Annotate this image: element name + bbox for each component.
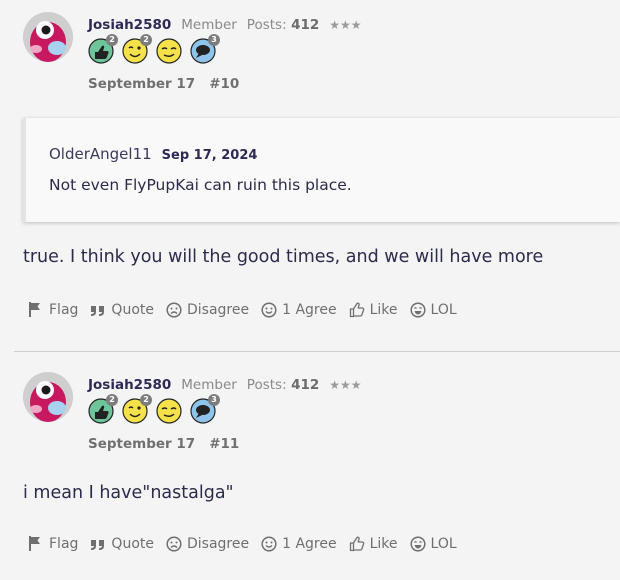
thumbs-up-badge-icon[interactable]: 2	[88, 34, 118, 64]
quote-block[interactable]: OlderAngel11 Sep 17, 2024 Not even FlyPup…	[23, 118, 620, 222]
lol-label: LOL	[430, 535, 457, 552]
smirk-face-badge-icon[interactable]	[156, 398, 182, 424]
post-number[interactable]: #10	[209, 76, 239, 92]
disagree-button[interactable]: Disagree	[166, 302, 249, 318]
flag-label: Flag	[49, 301, 79, 318]
flag-icon	[27, 535, 44, 552]
post-10: Josiah2580 Member Posts: 412 ★★★ 2 2 3 Sept…	[0, 0, 620, 352]
post-body: i mean I have"nastalga"	[23, 483, 234, 503]
badge-count: 2	[106, 394, 118, 406]
quote-text: Not even FlyPupKai can ruin this place.	[49, 176, 352, 194]
username[interactable]: Josiah2580	[88, 377, 171, 393]
smirk-face-badge-icon[interactable]	[156, 38, 182, 64]
agree-button[interactable]: 1 Agree	[261, 302, 337, 318]
author-line: Josiah2580 Member Posts: 412 ★★★	[88, 17, 362, 33]
speech-bubble-badge-icon[interactable]: 3	[190, 394, 220, 424]
flag-label: Flag	[49, 535, 79, 552]
badge-count: 3	[208, 34, 220, 46]
post-actions: Flag Quote Disagree 1 Agree Like LOL	[27, 535, 469, 552]
frown-face-icon	[166, 301, 182, 318]
post-divider	[14, 351, 620, 352]
user-role: Member	[181, 17, 237, 33]
badge-count: 2	[140, 34, 152, 46]
like-label: Like	[369, 301, 398, 318]
badge-row: 2 2 3	[88, 394, 220, 424]
rank-stars: ★★★	[329, 18, 362, 32]
quote-button[interactable]: Quote	[90, 302, 154, 318]
laugh-face-icon	[409, 301, 426, 318]
user-role: Member	[181, 377, 237, 393]
like-button[interactable]: Like	[349, 536, 398, 552]
wink-face-badge-icon[interactable]: 2	[122, 394, 152, 424]
disagree-label: Disagree	[186, 301, 250, 318]
like-label: Like	[369, 535, 398, 552]
thumbs-up-badge-icon[interactable]: 2	[88, 394, 118, 424]
posts-label: Posts:	[246, 377, 287, 393]
badge-count: 3	[208, 394, 220, 406]
badge-count: 2	[106, 34, 118, 46]
like-button[interactable]: Like	[349, 302, 398, 318]
author-line: Josiah2580 Member Posts: 412 ★★★	[88, 377, 362, 393]
quote-button[interactable]: Quote	[90, 536, 154, 552]
disagree-button[interactable]: Disagree	[166, 536, 249, 552]
post-date-line: September 17 #10	[88, 76, 239, 92]
quote-label: Quote	[111, 301, 154, 318]
agree-label: 1 Agree	[282, 535, 337, 552]
avatar[interactable]	[23, 12, 73, 62]
post-body: true. I think you will the good times, a…	[23, 247, 544, 267]
avatar[interactable]	[23, 372, 73, 422]
disagree-label: Disagree	[186, 535, 250, 552]
agree-button[interactable]: 1 Agree	[261, 536, 337, 552]
posts-count: 412	[291, 17, 320, 33]
quote-icon	[90, 302, 106, 317]
lol-button[interactable]: LOL	[409, 535, 457, 552]
quote-date: Sep 17, 2024	[161, 148, 258, 163]
post-number[interactable]: #11	[209, 436, 239, 452]
post-date[interactable]: September 17	[88, 436, 195, 452]
flag-icon	[27, 301, 44, 318]
smile-face-icon	[261, 535, 277, 552]
quote-author[interactable]: OlderAngel11	[49, 145, 152, 163]
smile-face-icon	[261, 301, 277, 318]
frown-face-icon	[166, 535, 182, 552]
post-date-line: September 17 #11	[88, 436, 239, 452]
flag-button[interactable]: Flag	[27, 301, 78, 318]
username[interactable]: Josiah2580	[88, 17, 171, 33]
thumbs-up-icon	[349, 536, 365, 552]
lol-label: LOL	[430, 301, 457, 318]
badge-count: 2	[140, 394, 152, 406]
agree-label: 1 Agree	[282, 301, 337, 318]
post-date[interactable]: September 17	[88, 76, 195, 92]
speech-bubble-badge-icon[interactable]: 3	[190, 34, 220, 64]
thumbs-up-icon	[349, 302, 365, 318]
lol-button[interactable]: LOL	[409, 301, 457, 318]
flag-button[interactable]: Flag	[27, 535, 78, 552]
badge-row: 2 2 3	[88, 34, 220, 64]
post-11: Josiah2580 Member Posts: 412 ★★★ 2 2 3 Sept…	[0, 360, 620, 580]
posts-label: Posts:	[246, 17, 287, 33]
wink-face-badge-icon[interactable]: 2	[122, 34, 152, 64]
quote-icon	[90, 536, 106, 551]
quote-attribution: OlderAngel11 Sep 17, 2024	[49, 145, 257, 163]
laugh-face-icon	[409, 535, 426, 552]
post-actions: Flag Quote Disagree 1 Agree Like LOL	[27, 301, 469, 318]
rank-stars: ★★★	[329, 378, 362, 392]
quote-label: Quote	[111, 535, 154, 552]
posts-count: 412	[291, 377, 320, 393]
